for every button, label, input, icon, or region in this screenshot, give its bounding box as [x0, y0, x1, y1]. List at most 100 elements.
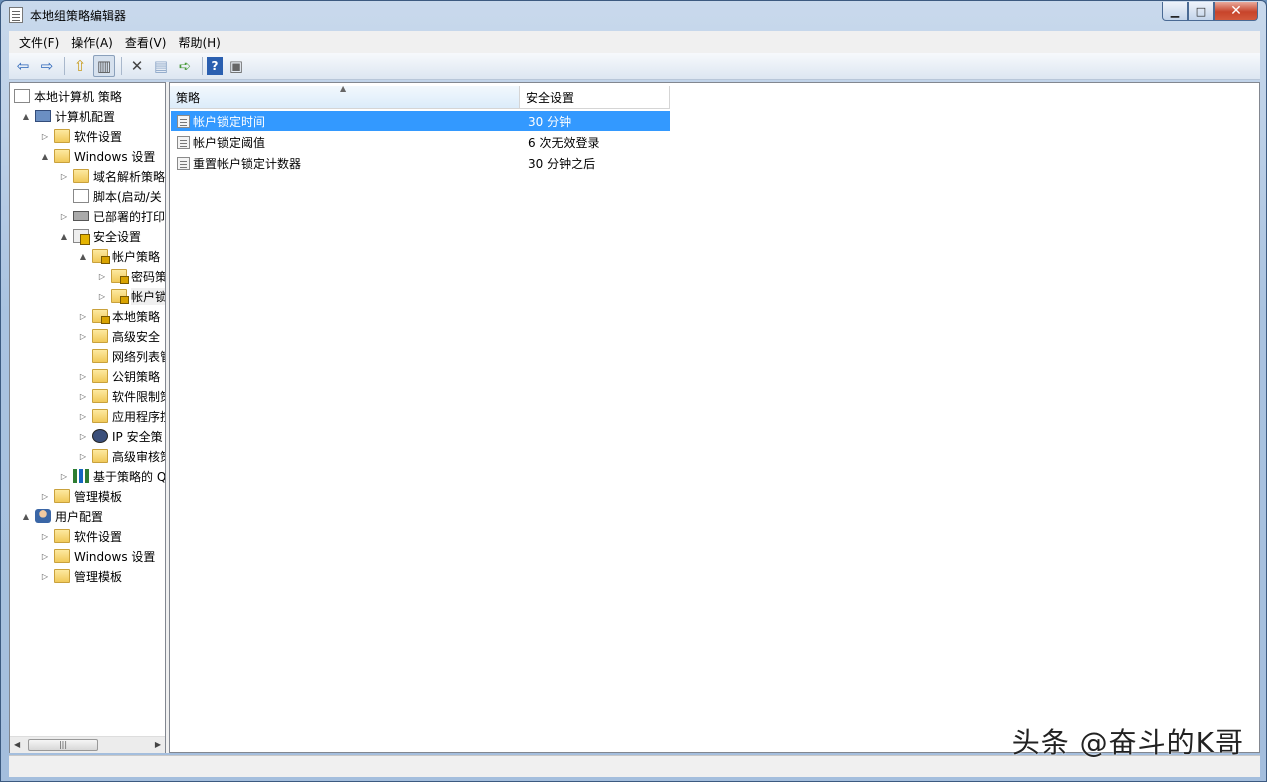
scroll-right-icon[interactable]: ▶	[155, 740, 161, 749]
tree-item-label: 公钥策略	[112, 369, 161, 384]
collapsed-arrow-icon[interactable]: ▷	[77, 332, 89, 341]
tree-item[interactable]: ▷ 高级审核策	[77, 446, 165, 466]
folder-icon	[54, 129, 70, 143]
policy-cell: 重置帐户锁定计数器	[171, 155, 521, 172]
policy-list[interactable]: ▲ 策略 安全设置 帐户锁定时间 30 分钟 帐户锁定阈值 6 次无效登录 重置帐户锁定…	[169, 82, 1260, 753]
folder-icon	[92, 449, 108, 463]
tree-item[interactable]: ▷ 已部署的打印	[58, 206, 165, 226]
column-header-policy[interactable]: ▲ 策略	[170, 84, 520, 109]
maximize-button[interactable]: □	[1188, 2, 1214, 21]
minimize-button[interactable]: ▁	[1162, 2, 1188, 21]
menu-file[interactable]: 文件(F)	[13, 34, 65, 51]
tree-item[interactable]: ▲ 帐户策略	[77, 246, 160, 266]
lock-folder-icon	[92, 249, 110, 264]
show-hide-tree-icon[interactable]: ▥	[93, 55, 115, 77]
tree-item[interactable]: ▷ 软件限制策	[77, 386, 165, 406]
collapsed-arrow-icon[interactable]: ▷	[39, 492, 51, 501]
collapsed-arrow-icon[interactable]: ▷	[77, 432, 89, 441]
window-title: 本地组策略编辑器	[30, 9, 127, 23]
up-folder-icon[interactable]: ⇧	[69, 55, 91, 77]
collapsed-arrow-icon[interactable]: ▷	[77, 452, 89, 461]
collapsed-arrow-icon[interactable]: ▷	[77, 392, 89, 401]
table-row[interactable]: 帐户锁定时间 30 分钟	[171, 111, 670, 131]
tree-item[interactable]: 网络列表管	[77, 346, 165, 366]
lock-folder-icon	[92, 309, 110, 324]
tree-item[interactable]: ▷ 高级安全	[77, 326, 160, 346]
tree-item[interactable]: ▷ 管理模板	[39, 566, 122, 586]
menu-view[interactable]: 查看(V)	[119, 34, 173, 51]
help-icon[interactable]: ?	[207, 57, 223, 75]
tree-item-label: 软件限制策	[112, 389, 165, 404]
tree-item[interactable]: ▷ 软件设置	[39, 526, 122, 546]
collapsed-arrow-icon[interactable]: ▷	[58, 472, 70, 481]
expanded-arrow-icon[interactable]: ▲	[20, 112, 32, 121]
tree-item[interactable]: ▷ Windows 设置	[39, 546, 155, 566]
tree-horizontal-scrollbar[interactable]: ◀ ||| ▶	[10, 736, 165, 753]
menu-action[interactable]: 操作(A)	[65, 34, 119, 51]
tree-item[interactable]: ▷ 基于策略的 Q	[58, 466, 165, 486]
back-arrow-icon[interactable]: ⇦	[12, 55, 34, 77]
menu-help[interactable]: 帮助(H)	[172, 34, 226, 51]
tree-item[interactable]: ▷ 密码策	[96, 266, 166, 286]
tree-item-label: 帐户锁	[131, 287, 166, 305]
tree-item-label: 应用程序控	[112, 409, 165, 424]
tree-item[interactable]: ▷ 帐户锁	[96, 286, 166, 306]
collapsed-arrow-icon[interactable]: ▷	[58, 172, 70, 181]
properties-icon[interactable]: ▤	[150, 55, 172, 77]
security-setting-value: 30 分钟之后	[528, 156, 596, 171]
tree-item[interactable]: ▷ 公钥策略	[77, 366, 160, 386]
sort-ascending-icon: ▲	[340, 84, 347, 93]
title-bar[interactable]: 本地组策略编辑器 ▁ □ ✕	[1, 1, 1266, 29]
tree-item[interactable]: 脚本(启动/关	[58, 186, 162, 206]
collapsed-arrow-icon[interactable]: ▷	[77, 372, 89, 381]
tree-item[interactable]: ▷ 软件设置	[39, 126, 122, 146]
delete-icon[interactable]: ✕	[126, 55, 148, 77]
table-row[interactable]: 重置帐户锁定计数器 30 分钟之后	[171, 153, 670, 173]
lock-folder-icon	[111, 289, 129, 304]
content-area: 本地计算机 策略 ▲ 计算机配置 ▷ 软件设置 ▲ Windows 设置 ▷ 域名解析策略 脚本(…	[9, 82, 1260, 753]
scroll-left-icon[interactable]: ◀	[14, 740, 20, 749]
expanded-arrow-icon[interactable]: ▲	[20, 512, 32, 521]
collapsed-arrow-icon[interactable]: ▷	[58, 212, 70, 221]
collapsed-arrow-icon[interactable]: ▷	[39, 572, 51, 581]
column-header-setting[interactable]: 安全设置	[520, 86, 670, 109]
user-icon	[35, 509, 51, 523]
expanded-arrow-icon[interactable]: ▲	[39, 152, 51, 161]
collapsed-arrow-icon[interactable]: ▷	[39, 552, 51, 561]
console-view-icon[interactable]: ▣	[225, 55, 247, 77]
collapsed-arrow-icon[interactable]: ▷	[77, 312, 89, 321]
tree-item[interactable]: ▲ Windows 设置	[39, 146, 155, 166]
tree-item[interactable]: ▲ 用户配置	[20, 506, 103, 526]
collapsed-arrow-icon[interactable]: ▷	[39, 532, 51, 541]
printer-icon	[73, 211, 89, 221]
expanded-arrow-icon[interactable]: ▲	[58, 232, 70, 241]
security-setting-value: 30 分钟	[528, 114, 572, 129]
export-list-icon[interactable]: ➪	[174, 55, 196, 77]
collapsed-arrow-icon[interactable]: ▷	[77, 412, 89, 421]
script-icon	[73, 189, 89, 203]
toolbar-separator	[121, 57, 122, 75]
tree-item[interactable]: ▷ 管理模板	[39, 486, 122, 506]
tree-item[interactable]: ▷ 域名解析策略	[58, 166, 165, 186]
scroll-thumb[interactable]: |||	[28, 739, 98, 751]
tree-item[interactable]: ▷ 本地策略	[77, 306, 160, 326]
expanded-arrow-icon[interactable]: ▲	[77, 252, 89, 261]
tree-item[interactable]: ▲ 安全设置	[58, 226, 141, 246]
tree-item-label: 用户配置	[55, 509, 104, 524]
policy-setting-icon	[177, 135, 190, 149]
tree-item-label: 密码策	[131, 269, 166, 284]
caption-buttons: ▁ □ ✕	[1162, 2, 1258, 22]
collapsed-arrow-icon[interactable]: ▷	[39, 132, 51, 141]
folder-icon	[54, 549, 70, 563]
console-tree[interactable]: 本地计算机 策略 ▲ 计算机配置 ▷ 软件设置 ▲ Windows 设置 ▷ 域名解析策略 脚本(…	[9, 82, 166, 753]
tree-item[interactable]: 本地计算机 策略	[14, 86, 122, 106]
forward-arrow-icon[interactable]: ⇨	[36, 55, 58, 77]
close-button[interactable]: ✕	[1214, 2, 1258, 21]
tree-item[interactable]: ▲ 计算机配置	[20, 106, 115, 126]
collapsed-arrow-icon[interactable]: ▷	[96, 292, 108, 301]
table-row[interactable]: 帐户锁定阈值 6 次无效登录	[171, 132, 670, 152]
tree-item-label: 软件设置	[74, 129, 123, 144]
tree-item[interactable]: ▷ IP 安全策	[77, 426, 163, 446]
collapsed-arrow-icon[interactable]: ▷	[96, 272, 108, 281]
tree-item[interactable]: ▷ 应用程序控	[77, 406, 165, 426]
